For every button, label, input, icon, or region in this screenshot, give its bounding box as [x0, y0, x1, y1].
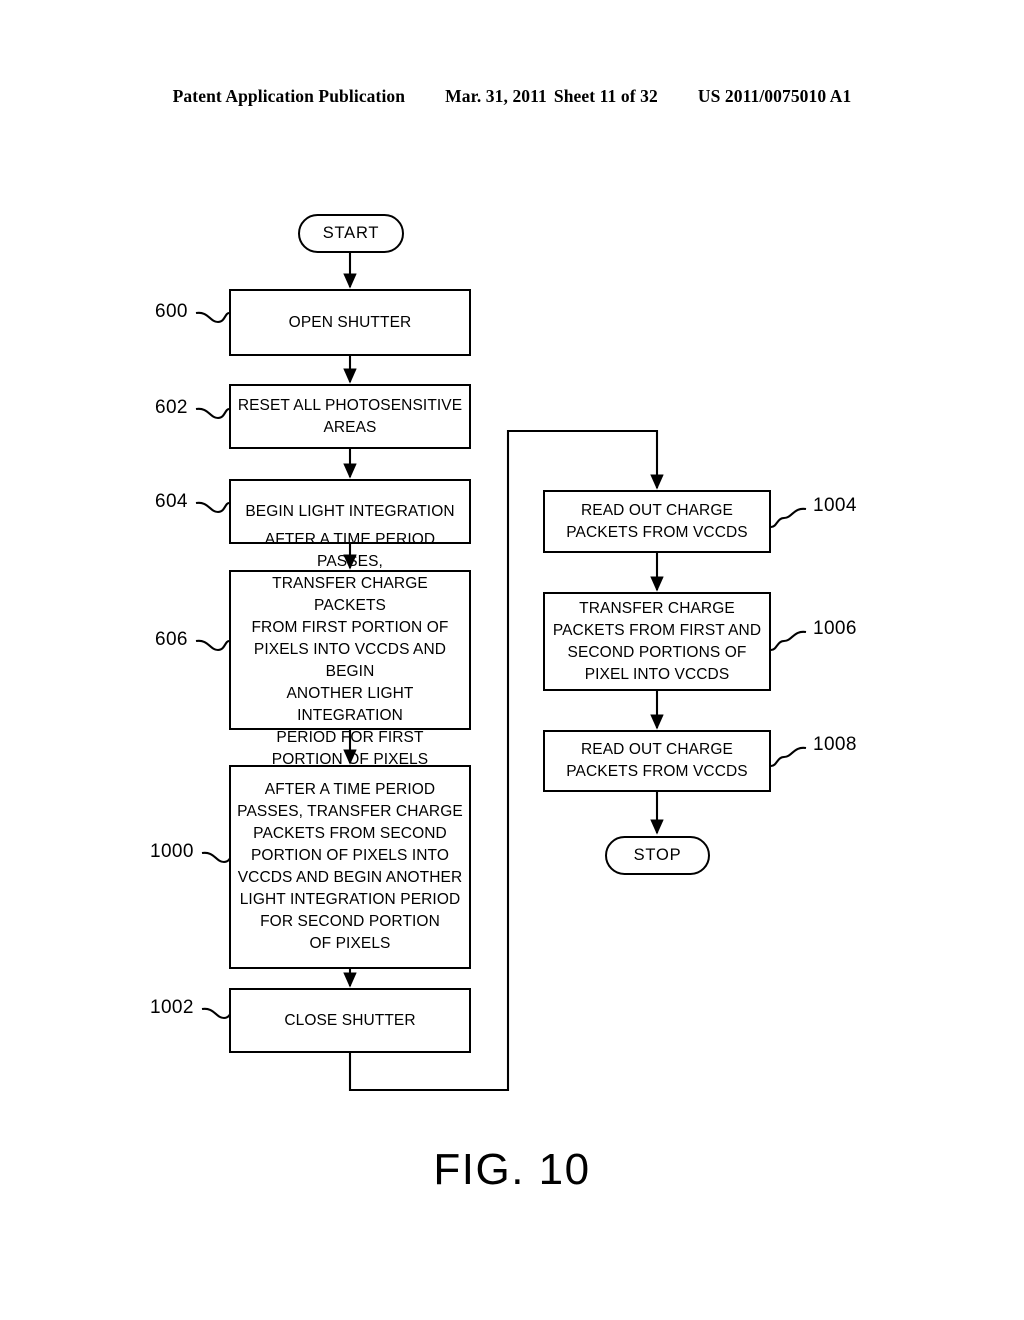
- node-600-label: OPEN SHUTTER: [288, 313, 412, 331]
- node-start-label: START: [322, 224, 380, 242]
- node-600-open-shutter[interactable]: OPEN SHUTTER: [229, 289, 471, 356]
- node-1008-read-out-charge-packets[interactable]: READ OUT CHARGE PACKETS FROM VCCDS: [543, 730, 771, 792]
- node-1004-label: READ OUT CHARGE PACKETS FROM VCCDS: [566, 501, 748, 541]
- node-602-reset-photosensitive-areas[interactable]: RESET ALL PHOTOSENSITIVE AREAS: [229, 384, 471, 449]
- node-602-label: RESET ALL PHOTOSENSITIVE AREAS: [237, 396, 463, 436]
- node-1006-transfer-first-and-second-portions[interactable]: TRANSFER CHARGE PACKETS FROM FIRST AND S…: [543, 592, 771, 691]
- leader-600: [195, 311, 230, 324]
- leader-604: [195, 501, 230, 514]
- refnum-1006: 1006: [813, 618, 857, 639]
- figure-caption: FIG. 10: [433, 1145, 591, 1194]
- node-1004-read-out-charge-packets[interactable]: READ OUT CHARGE PACKETS FROM VCCDS: [543, 490, 771, 553]
- refnum-600: 600: [155, 301, 188, 322]
- refnum-1002: 1002: [150, 997, 194, 1018]
- flowchart-connectors: [195, 252, 807, 1092]
- refnum-1000: 1000: [150, 841, 194, 862]
- node-606-label: AFTER A TIME PERIOD PASSES, TRANSFER CHA…: [251, 531, 449, 768]
- node-606-transfer-first-portion[interactable]: AFTER A TIME PERIOD PASSES, TRANSFER CHA…: [229, 531, 471, 768]
- refnum-1004: 1004: [813, 495, 857, 516]
- node-1006-label: TRANSFER CHARGE PACKETS FROM FIRST AND S…: [552, 599, 762, 683]
- refnum-606: 606: [155, 629, 188, 650]
- leader-1004: [770, 507, 807, 529]
- node-start[interactable]: START: [298, 214, 404, 253]
- node-stop[interactable]: STOP: [605, 836, 710, 875]
- node-1002-label: CLOSE SHUTTER: [284, 1011, 416, 1029]
- node-stop-label: STOP: [633, 846, 682, 864]
- refnum-1008: 1008: [813, 734, 857, 755]
- node-1002-close-shutter[interactable]: CLOSE SHUTTER: [229, 988, 471, 1053]
- leader-606: [195, 639, 230, 652]
- node-1000-label: AFTER A TIME PERIOD PASSES, TRANSFER CHA…: [237, 781, 463, 952]
- leader-1006: [770, 630, 807, 652]
- refnum-604: 604: [155, 491, 188, 512]
- leader-602: [195, 407, 230, 420]
- patent-figure-page: Patent Application Publication Mar. 31, …: [0, 0, 1024, 1320]
- node-1008-label: READ OUT CHARGE PACKETS FROM VCCDS: [566, 741, 748, 780]
- node-1000-transfer-second-portion[interactable]: AFTER A TIME PERIOD PASSES, TRANSFER CHA…: [229, 765, 471, 969]
- refnum-602: 602: [155, 397, 188, 418]
- leader-1008: [770, 746, 807, 768]
- node-604-label: BEGIN LIGHT INTEGRATION: [245, 502, 455, 520]
